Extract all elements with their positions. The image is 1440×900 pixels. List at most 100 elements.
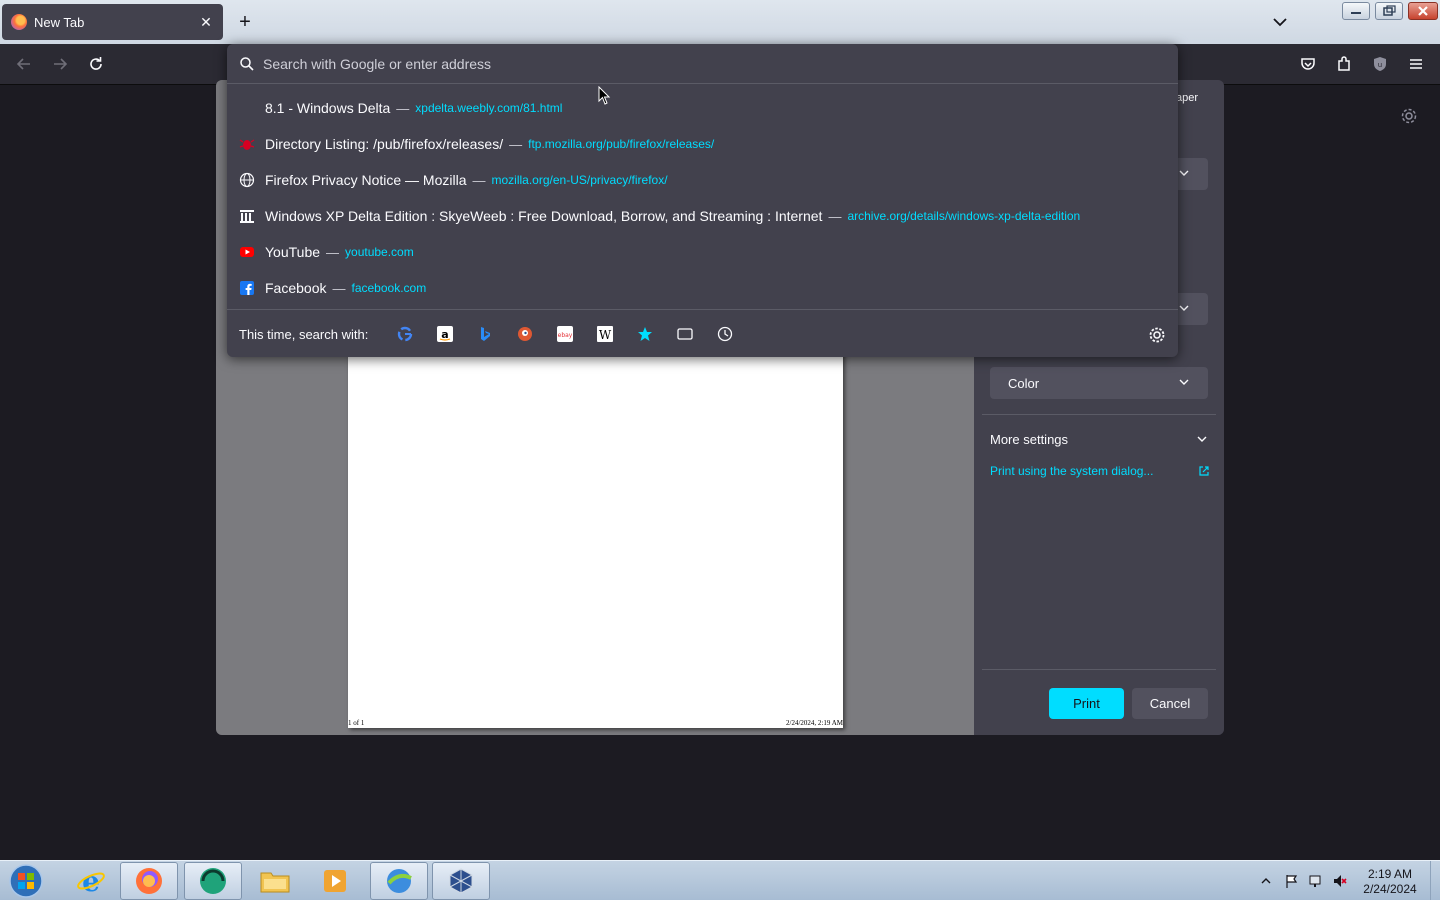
address-input[interactable]	[263, 53, 1163, 75]
page-settings-gear-icon[interactable]	[1400, 107, 1418, 125]
media-player-icon[interactable]	[306, 862, 364, 900]
one-off-search-bar: This time, search with: a ebay W	[227, 309, 1178, 357]
cancel-button[interactable]: Cancel	[1132, 688, 1208, 719]
close-tab-icon[interactable]: ✕	[197, 13, 215, 31]
result-title: YouTube	[265, 244, 321, 260]
result-row[interactable]: Firefox Privacy Notice — Mozilla — mozil…	[227, 162, 1178, 198]
history-clock-icon[interactable]	[716, 325, 734, 343]
result-url: mozilla.org/en-US/privacy/firefox/	[491, 173, 668, 187]
page-count-footer: 1 of 1	[348, 719, 365, 727]
windows-taskbar: e 2:19 AM 2/24/2024	[0, 860, 1440, 900]
tab-title: New Tab	[34, 14, 85, 30]
svg-text:u: u	[1378, 61, 1382, 69]
chevron-down-icon	[1179, 379, 1189, 385]
youtube-icon	[239, 244, 255, 260]
ebay-icon[interactable]: ebay	[556, 325, 574, 343]
facebook-icon	[239, 280, 255, 296]
svg-text:ebay: ebay	[558, 332, 573, 339]
paper-label: aper	[1176, 92, 1199, 104]
file-explorer-icon[interactable]	[246, 862, 304, 900]
mouse-cursor-icon	[598, 85, 612, 111]
result-separator: —	[326, 244, 340, 260]
tab-new-tab[interactable]: New Tab ✕	[2, 4, 223, 40]
result-title: Windows XP Delta Edition : SkyeWeeb : Fr…	[265, 208, 823, 224]
urlbar-dropdown: 8.1 - Windows Delta — xpdelta.weebly.com…	[227, 44, 1178, 357]
blank-page-icon	[239, 100, 255, 116]
chevron-down-icon	[1179, 170, 1189, 176]
start-button[interactable]	[6, 862, 46, 900]
minimize-button[interactable]	[1342, 2, 1370, 20]
pocket-icon[interactable]	[1298, 54, 1318, 74]
preview-page: 1 of 1 2/24/2024, 2:19 AM	[348, 350, 843, 728]
app-taskbar-icon[interactable]	[184, 862, 242, 900]
svg-text:W: W	[599, 328, 612, 342]
result-url: youtube.com	[345, 245, 414, 259]
result-separator: —	[828, 208, 842, 224]
print-button[interactable]: Print	[1049, 688, 1124, 719]
back-icon[interactable]	[14, 54, 34, 74]
new-tab-button[interactable]: +	[234, 11, 256, 33]
google-icon[interactable]	[396, 325, 414, 343]
divider	[982, 414, 1216, 415]
page-date-footer: 2/24/2024, 2:19 AM	[786, 719, 843, 727]
globe-icon	[239, 172, 255, 188]
bug-icon	[239, 136, 255, 152]
internet-explorer-icon[interactable]: e	[62, 862, 120, 900]
show-desktop-button[interactable]	[1430, 861, 1440, 900]
result-row[interactable]: Facebook — facebook.com	[227, 270, 1178, 306]
tray-expand-icon	[1261, 878, 1271, 884]
result-title: Firefox Privacy Notice — Mozilla	[265, 172, 467, 188]
system-dialog-link[interactable]: Print using the system dialog...	[990, 464, 1153, 478]
result-row[interactable]: 8.1 - Windows Delta — xpdelta.weebly.com…	[227, 90, 1178, 126]
result-row[interactable]: Directory Listing: /pub/firefox/releases…	[227, 126, 1178, 162]
chevron-down-icon	[1179, 305, 1189, 311]
network-icon	[1309, 875, 1321, 887]
urlbar-results: 8.1 - Windows Delta — xpdelta.weebly.com…	[227, 90, 1178, 306]
forward-icon[interactable]	[50, 54, 70, 74]
color-mode-select[interactable]: Color	[990, 367, 1208, 399]
search-icon	[240, 57, 254, 71]
result-url: xpdelta.weebly.com/81.html	[415, 101, 563, 115]
result-title: Directory Listing: /pub/firefox/releases…	[265, 136, 504, 152]
result-separator: —	[332, 280, 346, 296]
result-url: ftp.mozilla.org/pub/firefox/releases/	[528, 137, 715, 151]
result-separator: —	[472, 172, 486, 188]
result-row[interactable]: YouTube — youtube.com	[227, 234, 1178, 270]
extensions-icon[interactable]	[1334, 54, 1354, 74]
search-settings-gear-icon[interactable]	[1148, 326, 1166, 349]
tabs-icon[interactable]	[676, 325, 694, 343]
svg-text:a: a	[441, 328, 448, 341]
chevron-down-icon	[1197, 436, 1207, 442]
volume-muted-icon	[1334, 875, 1347, 887]
clock-date: 2/24/2024	[1363, 882, 1417, 896]
more-settings-label: More settings	[990, 432, 1069, 447]
result-separator: —	[509, 136, 523, 152]
action-center-flag-icon	[1286, 875, 1298, 888]
external-link-icon	[1198, 464, 1210, 482]
bing-icon[interactable]	[476, 325, 494, 343]
firefox-taskbar-icon[interactable]	[120, 862, 178, 900]
virtualbox-icon[interactable]	[432, 862, 490, 900]
clock-time: 2:19 AM	[1367, 867, 1413, 881]
wikipedia-icon[interactable]: W	[596, 325, 614, 343]
reload-icon[interactable]	[86, 54, 106, 74]
download-manager-icon[interactable]	[370, 862, 428, 900]
system-clock[interactable]: 2:19 AM 2/24/2024	[1352, 867, 1428, 897]
result-row[interactable]: Windows XP Delta Edition : SkyeWeeb : Fr…	[227, 198, 1178, 234]
amazon-icon[interactable]: a	[436, 325, 454, 343]
divider	[982, 669, 1216, 670]
more-settings-toggle[interactable]: More settings	[990, 432, 1208, 447]
result-title: 8.1 - Windows Delta	[265, 100, 391, 116]
window-close-button[interactable]	[1408, 2, 1438, 20]
duckduckgo-icon[interactable]	[516, 325, 534, 343]
ublock-shield-icon[interactable]: u	[1370, 54, 1390, 74]
menu-icon[interactable]	[1406, 54, 1426, 74]
color-mode-value: Color	[1008, 375, 1040, 391]
list-all-tabs-icon[interactable]	[1270, 12, 1290, 32]
result-url: facebook.com	[351, 281, 427, 295]
one-off-label: This time, search with:	[239, 327, 369, 342]
result-separator: —	[396, 100, 410, 116]
restore-button[interactable]	[1375, 2, 1403, 20]
svg-text:e: e	[82, 866, 100, 896]
bookmarks-star-icon[interactable]	[636, 325, 654, 343]
